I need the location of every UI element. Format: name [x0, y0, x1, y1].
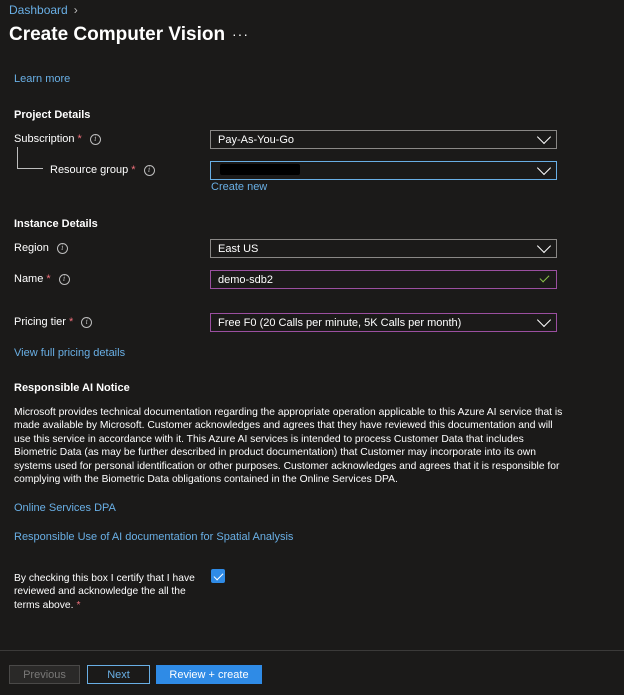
- spatial-analysis-doc-link[interactable]: Responsible Use of AI documentation for …: [14, 531, 293, 543]
- tree-connector-vertical: [17, 147, 18, 168]
- tree-connector-horizontal: [17, 168, 43, 169]
- resource-group-label: Resource group * i: [50, 164, 155, 176]
- review-create-button[interactable]: Review + create: [156, 665, 262, 684]
- required-asterisk: *: [68, 316, 74, 328]
- subscription-label: Subscription * i: [14, 133, 101, 145]
- resource-group-label-text: Resource group: [50, 164, 129, 176]
- info-icon[interactable]: i: [81, 316, 93, 328]
- subscription-value: Pay-As-You-Go: [218, 133, 295, 146]
- view-pricing-link[interactable]: View full pricing details: [14, 347, 125, 359]
- subscription-dropdown[interactable]: Pay-As-You-Go: [210, 129, 557, 149]
- responsible-ai-heading: Responsible AI Notice: [14, 382, 130, 394]
- name-value: demo-sdb2: [218, 273, 274, 286]
- project-details-heading: Project Details: [14, 109, 91, 121]
- region-label-text: Region: [14, 242, 49, 254]
- region-label: Region i: [14, 242, 68, 254]
- page-title: Create Computer Vision: [9, 24, 226, 45]
- previous-button[interactable]: Previous: [9, 665, 80, 684]
- required-asterisk: *: [77, 133, 82, 145]
- info-icon[interactable]: i: [143, 164, 155, 176]
- resource-group-value: [211, 163, 539, 178]
- pricing-tier-dropdown[interactable]: Free F0 (20 Calls per minute, 5K Calls p…: [210, 312, 557, 332]
- info-icon[interactable]: i: [56, 242, 68, 254]
- region-dropdown[interactable]: East US: [210, 238, 557, 258]
- region-value: East US: [218, 242, 259, 255]
- chevron-down-icon: [536, 238, 552, 253]
- checkmark-icon: [213, 570, 223, 580]
- instance-details-heading: Instance Details: [14, 218, 98, 230]
- responsible-ai-paragraph: Microsoft provides technical documentati…: [14, 407, 563, 486]
- pricing-tier-value: Free F0 (20 Calls per minute, 5K Calls p…: [218, 316, 462, 329]
- more-options-icon[interactable]: ···: [232, 26, 249, 42]
- certify-text: By checking this box I certify that I ha…: [14, 572, 204, 612]
- breadcrumb: Dashboard ›: [9, 3, 78, 17]
- info-icon[interactable]: i: [58, 273, 70, 285]
- redacted-block: [220, 163, 300, 175]
- info-icon[interactable]: i: [89, 133, 101, 145]
- chevron-down-icon: [536, 160, 552, 175]
- certify-checkbox[interactable]: [211, 569, 225, 583]
- chevron-down-icon: [536, 312, 552, 327]
- footer-divider: [0, 650, 624, 651]
- required-asterisk: *: [76, 599, 81, 611]
- resource-group-dropdown[interactable]: [210, 160, 557, 180]
- chevron-down-icon: [536, 129, 552, 144]
- pricing-tier-label: Pricing tier * i: [14, 316, 93, 328]
- certify-label: By checking this box I certify that I ha…: [14, 573, 195, 611]
- breadcrumb-dashboard-link[interactable]: Dashboard: [9, 3, 68, 17]
- chevron-right-icon: ›: [73, 3, 78, 17]
- next-button[interactable]: Next: [87, 665, 150, 684]
- name-label: Name * i: [14, 273, 70, 285]
- required-asterisk: *: [131, 164, 136, 176]
- required-asterisk: *: [46, 273, 51, 285]
- create-new-link[interactable]: Create new: [211, 181, 267, 193]
- subscription-label-text: Subscription: [14, 133, 75, 145]
- pricing-tier-label-text: Pricing tier: [14, 316, 66, 328]
- learn-more-link[interactable]: Learn more: [14, 73, 70, 85]
- online-services-dpa-link[interactable]: Online Services DPA: [14, 502, 116, 514]
- name-input[interactable]: demo-sdb2: [210, 270, 557, 289]
- name-label-text: Name: [14, 273, 44, 285]
